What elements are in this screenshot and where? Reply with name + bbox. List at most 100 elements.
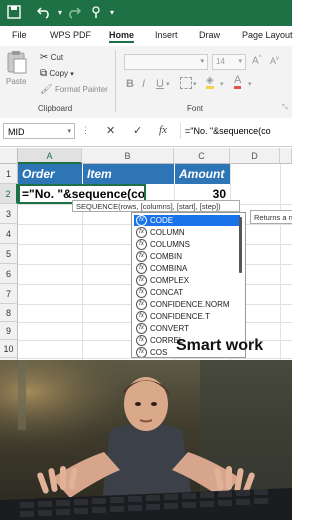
formula-text: ="No. "&sequence(co [185,126,271,136]
meme-caption: Smart work [176,337,264,354]
paste-button[interactable]: Paste [6,50,34,90]
redo-icon[interactable] [66,5,82,21]
column-header-c[interactable]: C [174,148,230,164]
function-icon: fx [136,215,147,227]
column-header-a[interactable]: A [18,148,82,164]
autocomplete-item[interactable]: fx COMBIN [134,251,240,263]
touch-mode-icon[interactable] [88,5,104,21]
autocomplete-item[interactable]: fx CONFIDENCE.T [134,311,240,323]
format-painter-button[interactable]: 🖌 Format Painter [40,84,108,95]
cancel-icon[interactable]: ✕ [106,124,115,137]
autocomplete-item[interactable]: fx COMBINA [134,263,240,275]
row-header-2[interactable]: 2 [0,184,18,204]
gridline [18,358,292,359]
font-color-icon[interactable]: A [234,75,242,89]
select-all-corner[interactable] [0,148,18,164]
row-header-3[interactable]: 3 [0,204,18,224]
autocomplete-item[interactable]: fx CONVERT [134,323,240,335]
autocomplete-item[interactable]: fx CONFIDENCE.NORM [134,299,240,311]
function-description-text: Returns a n [254,213,292,222]
scissors-icon: ✂ [40,52,49,63]
autocomplete-item[interactable]: fx COLUMN [134,227,240,239]
ribbon: Paste ✂ Cut ⧉ Copy ▾ 🖌 Format Painter Cl… [0,46,292,119]
row-header-1[interactable]: 1 [0,164,18,184]
tab-draw[interactable]: Draw [199,30,220,40]
tab-home[interactable]: Home [109,30,135,43]
autocomplete-label: COMBIN [150,252,182,261]
fill-color-dropdown-icon[interactable]: ▾ [220,80,224,88]
row-header-4[interactable]: 4 [0,224,18,244]
fill-color-icon[interactable]: ◈ [206,76,214,89]
decrease-font-icon[interactable]: Av [270,56,279,66]
autocomplete-label: CONFIDENCE.T [150,312,210,321]
paste-icon [7,51,27,74]
font-color-dropdown-icon[interactable]: ▾ [248,80,252,88]
row-header-6[interactable]: 6 [0,264,18,284]
row-header-8[interactable]: 8 [0,304,18,322]
chevron-down-icon: ▾ [200,58,204,65]
column-header-b[interactable]: B [82,148,174,164]
function-icon: fx [136,311,147,323]
tab-wps-pdf[interactable]: WPS PDF [50,30,91,40]
formula-input[interactable]: ="No. "&sequence(co [180,123,292,139]
row-header-5[interactable]: 5 [0,244,18,264]
underline-button[interactable]: U [156,78,164,90]
more-options-icon[interactable]: ⋮ [81,125,90,136]
copy-label: Copy [49,69,69,78]
cut-button[interactable]: ✂ Cut [40,52,63,63]
formula-bar: MID ▾ ⋮ ✕ ✓ fx ="No. "&sequence(co [0,118,292,147]
ribbon-tabs: File WPS PDF Home Insert Draw Page Layou… [0,26,293,46]
save-icon[interactable] [6,5,22,21]
reaction-photo [0,360,292,520]
cell-b1-item[interactable]: Item [82,164,174,184]
function-icon: fx [136,275,147,287]
cell-a1-order[interactable]: Order [18,164,82,184]
copy-button[interactable]: ⧉ Copy ▾ [40,68,74,79]
enter-icon[interactable]: ✓ [133,124,142,137]
name-box[interactable]: MID ▾ [3,123,75,139]
autocomplete-label: COLUMN [150,228,185,237]
customize-toolbar-icon[interactable]: ▾ [104,5,120,21]
italic-button[interactable]: I [142,78,145,90]
undo-icon[interactable] [36,5,52,21]
insert-function-icon[interactable]: fx [159,124,167,136]
function-signature-text: SEQUENCE(rows, [columns], [start], [step… [76,202,221,211]
font-group-label: Font [187,104,204,113]
underline-dropdown-icon[interactable]: ▾ [166,80,170,88]
function-icon: fx [136,287,147,299]
borders-icon[interactable] [180,77,192,89]
font-size-dropdown[interactable]: 14 ▾ [212,54,246,70]
name-box-value: MID [8,127,25,137]
font-name-dropdown[interactable]: ▾ [124,54,208,70]
increase-font-icon[interactable]: A^ [252,55,262,66]
row-header-10[interactable]: 10 [0,340,18,358]
tab-page-layout[interactable]: Page Layout [242,30,293,40]
tab-insert[interactable]: Insert [155,30,178,40]
cell-a2-text: ="No. "&sequence(co [22,187,146,201]
borders-dropdown-icon[interactable]: ▾ [193,80,197,88]
autocomplete-item[interactable]: fx COMPLEX [134,275,240,287]
function-icon: fx [136,299,147,311]
group-divider [115,50,116,112]
autocomplete-label: COMPLEX [150,276,190,285]
clipboard-group-label: Clipboard [38,104,73,113]
row-header-7[interactable]: 7 [0,284,18,304]
column-header-d[interactable]: D [230,148,280,164]
bold-button[interactable]: B [126,78,134,90]
row-header-9[interactable]: 9 [0,322,18,340]
cell-c1-amount[interactable]: Amount [174,164,230,184]
font-size-value: 14 [216,57,225,66]
format-painter-label: Format Painter [54,85,108,94]
tab-file[interactable]: File [12,30,27,40]
column-header-e[interactable] [280,148,292,164]
chevron-down-icon: ▾ [67,128,71,135]
autocomplete-item[interactable]: fx CONCAT [134,287,240,299]
autocomplete-item[interactable]: fx CODE [134,215,240,227]
font-dialog-launcher-icon[interactable]: ⤡ [282,104,288,112]
function-description-tooltip: Returns a n [250,210,292,224]
copy-icon: ⧉ [40,68,48,79]
cut-label: Cut [50,53,64,62]
autocomplete-item[interactable]: fx COLUMNS [134,239,240,251]
autocomplete-label: COMBINA [150,264,188,273]
autocomplete-scrollbar[interactable] [239,217,242,273]
